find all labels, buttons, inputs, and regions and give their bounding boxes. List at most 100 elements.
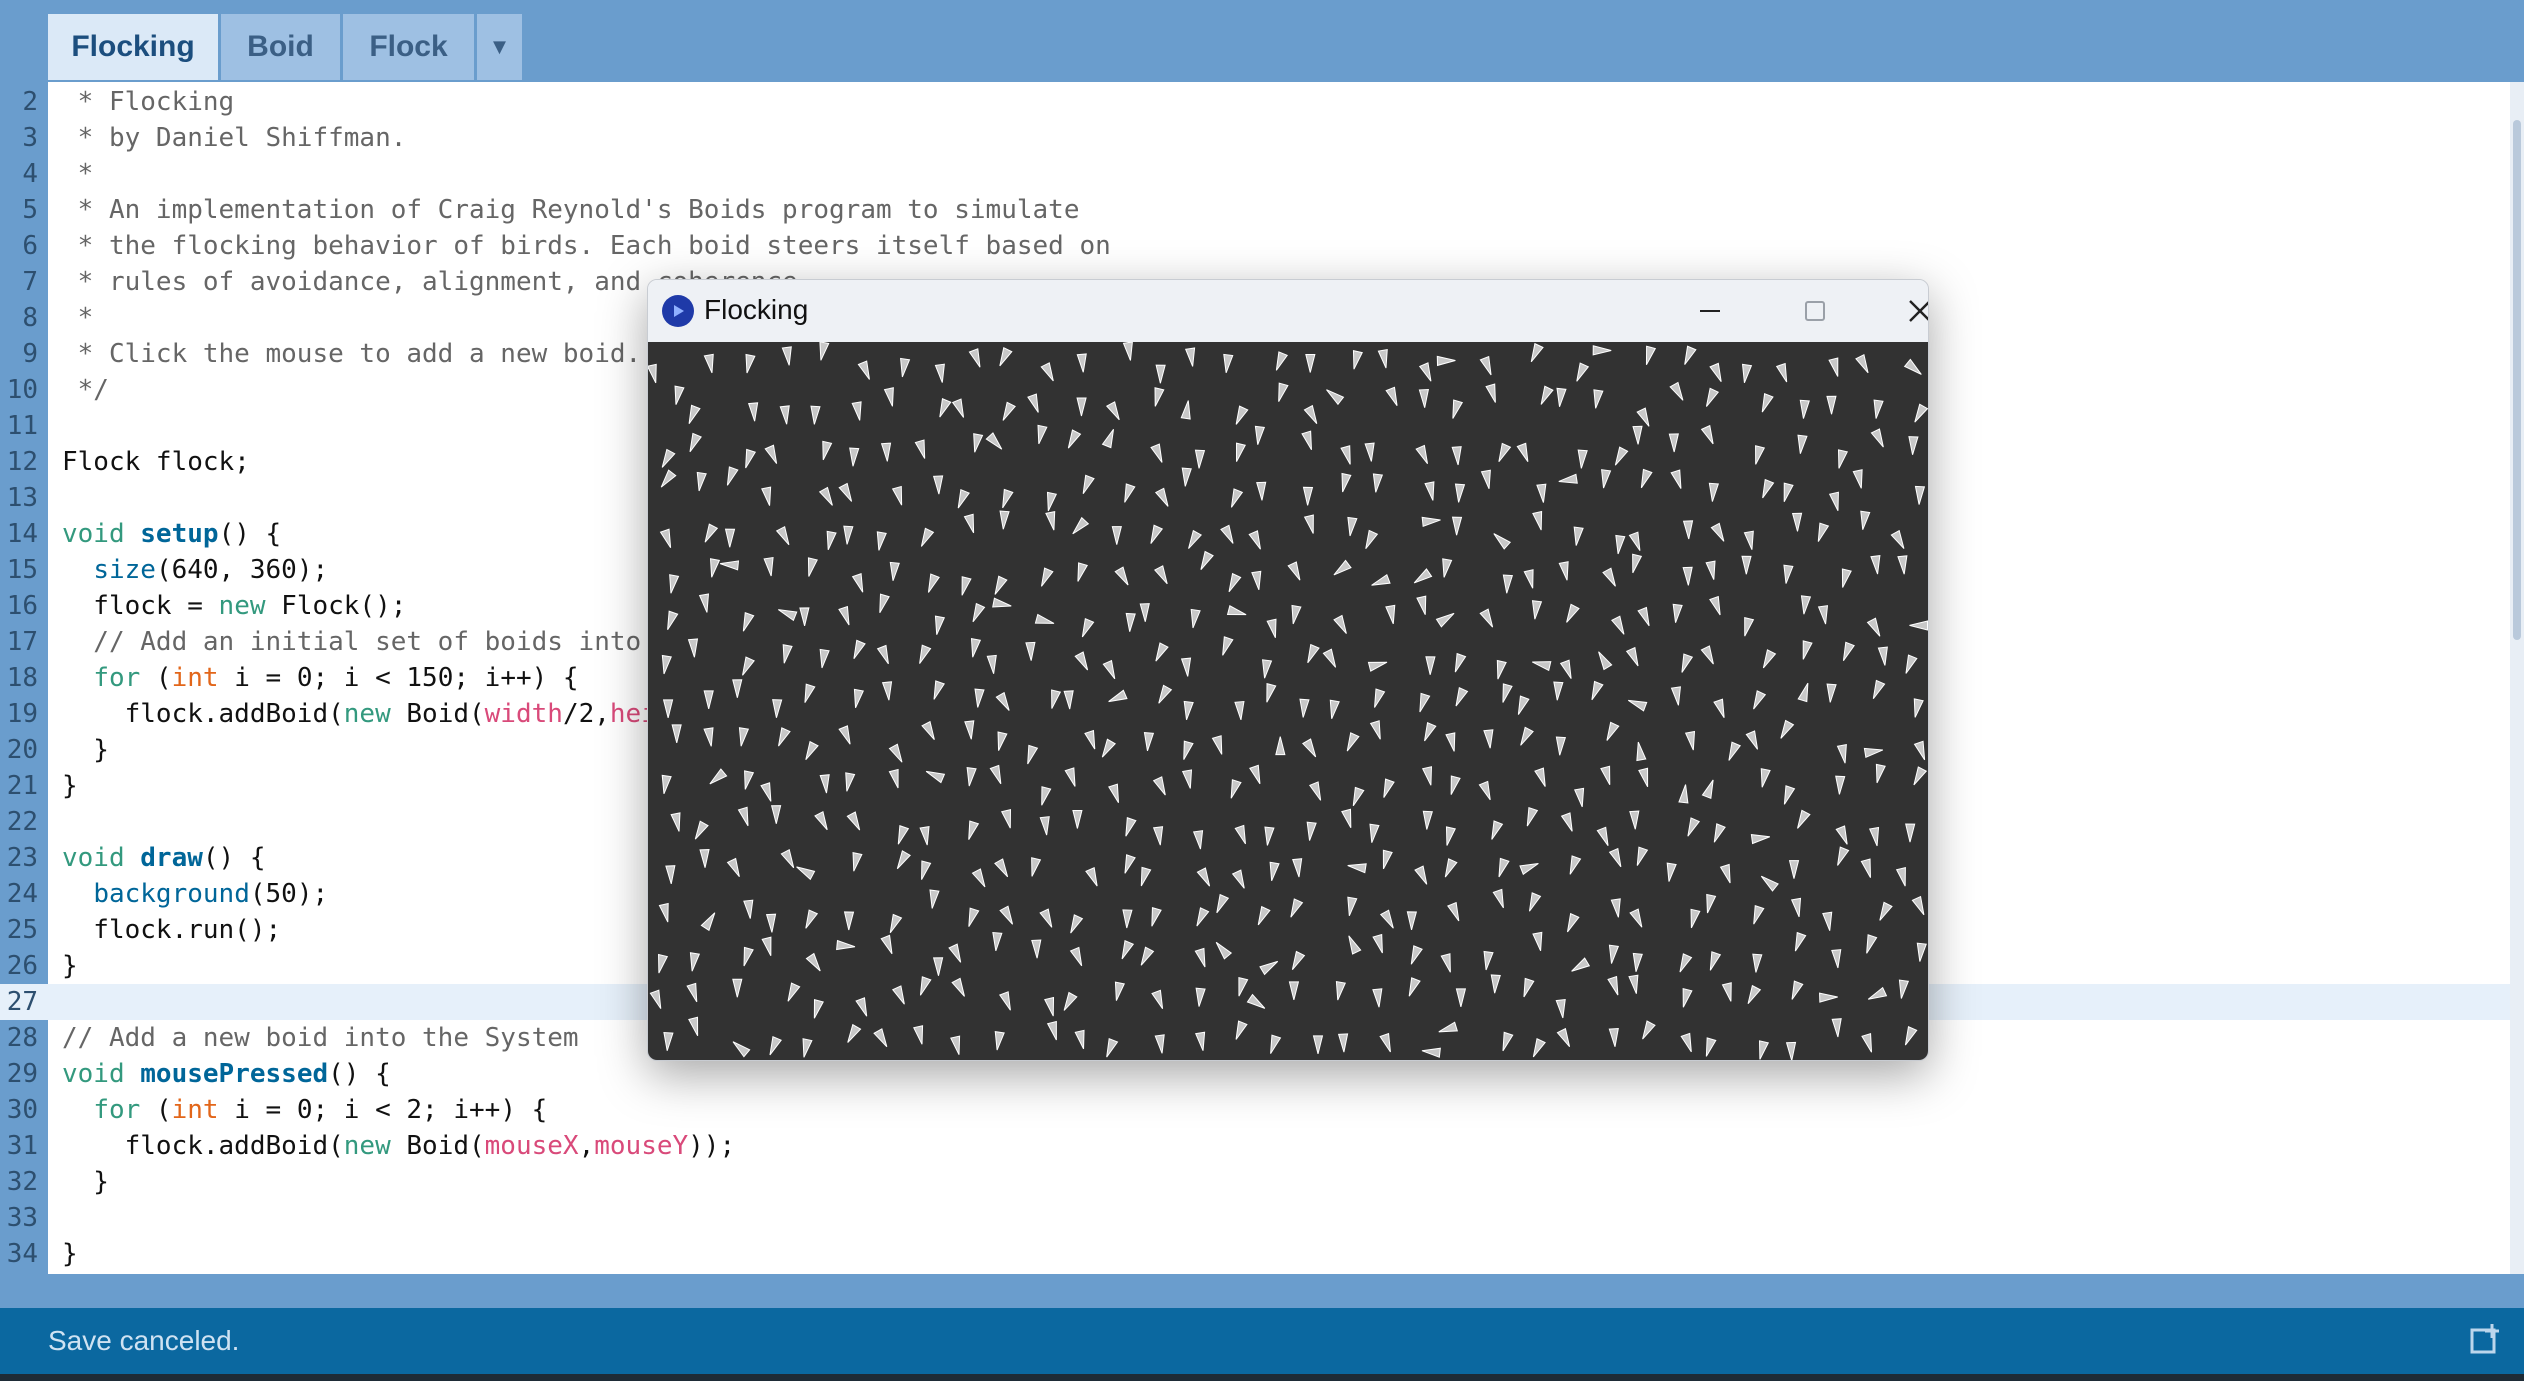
code-token: setup <box>140 519 219 549</box>
code-text: for (int i = 0; i < 150; i++) { <box>62 660 578 696</box>
boid <box>1046 491 1058 512</box>
boid <box>1382 849 1393 870</box>
boid <box>1744 616 1755 637</box>
boid <box>1831 949 1842 969</box>
boid <box>1236 442 1246 462</box>
boid <box>763 556 774 577</box>
code-text: } <box>62 1236 78 1272</box>
boid <box>1194 449 1206 469</box>
code-line[interactable]: 30 for (int i = 0; i < 2; i++) { <box>0 1092 2524 1128</box>
boid <box>1780 719 1795 739</box>
code-line[interactable]: 3 * by Daniel Shiffman. <box>0 120 2524 156</box>
boid <box>1762 478 1775 499</box>
boid <box>897 825 910 845</box>
boid <box>703 690 714 710</box>
boid <box>1333 559 1352 576</box>
boid <box>1682 566 1693 586</box>
boid <box>1418 362 1432 382</box>
boid <box>881 681 893 701</box>
boid <box>1421 766 1432 786</box>
boid <box>1291 950 1306 970</box>
boid <box>1610 898 1621 918</box>
code-token: Boid( <box>390 1131 485 1161</box>
boid <box>1365 529 1379 549</box>
boid <box>1479 355 1492 376</box>
boid <box>968 820 980 840</box>
boid <box>670 812 681 832</box>
boid <box>659 528 672 548</box>
scrollbar-thumb[interactable] <box>2513 120 2521 640</box>
boid <box>737 806 749 827</box>
boid <box>836 939 856 951</box>
code-line[interactable]: 31 flock.addBoid(new Boid(mouseX,mouseY)… <box>0 1128 2524 1164</box>
line-number: 11 <box>6 411 38 441</box>
code-line[interactable]: 4 * <box>0 156 2524 192</box>
boid <box>1669 381 1684 401</box>
code-line[interactable]: 29 void mousePressed() { <box>0 1056 2524 1092</box>
boid <box>891 985 905 1005</box>
boid <box>648 363 657 384</box>
boid <box>696 471 707 492</box>
boid <box>992 932 1003 952</box>
boid <box>999 347 1013 367</box>
boid <box>818 486 833 506</box>
boid <box>851 573 864 593</box>
sketch-canvas[interactable] <box>648 342 1928 1060</box>
code-token: () { <box>328 1059 391 1089</box>
tab-boid[interactable]: Boid <box>221 14 343 80</box>
chevron-down-icon: ▼ <box>488 34 511 59</box>
code-text: * <box>62 300 94 336</box>
boid <box>1828 357 1839 377</box>
boid <box>855 997 868 1017</box>
boid <box>932 475 944 495</box>
boid <box>1329 699 1340 719</box>
maximize-button[interactable] <box>1785 288 1845 334</box>
boid <box>994 858 1009 878</box>
boid <box>1269 861 1280 881</box>
code-line[interactable]: 32 } <box>0 1164 2524 1200</box>
boid <box>1908 436 1919 455</box>
code-line[interactable]: 2 * Flocking <box>0 84 2524 120</box>
code-line[interactable]: 6 * the flocking behavior of birds. Each… <box>0 228 2524 264</box>
boid <box>1364 442 1375 462</box>
boid <box>782 644 793 664</box>
code-line[interactable]: 5 * An implementation of Craig Reynold's… <box>0 192 2524 228</box>
boid <box>1530 342 1544 363</box>
boid <box>889 561 900 581</box>
tab-flocking[interactable]: Flocking <box>48 14 221 80</box>
close-button[interactable] <box>1890 288 1928 334</box>
boid <box>1180 400 1191 420</box>
boid <box>1608 944 1620 964</box>
tab-flock[interactable]: Flock <box>343 14 477 80</box>
boid <box>1741 363 1753 383</box>
boid <box>1150 443 1163 463</box>
boid <box>970 638 982 658</box>
sketch-window[interactable]: Flocking <box>647 279 1929 1061</box>
code-token: * the flocking behavior of birds. Each b… <box>62 231 1111 261</box>
boid <box>1556 387 1567 407</box>
boid <box>1750 834 1771 845</box>
boid <box>1306 821 1317 841</box>
boid <box>1566 603 1580 623</box>
boid <box>843 911 855 931</box>
boid <box>1791 512 1803 532</box>
boid <box>1632 425 1643 445</box>
minimize-button[interactable] <box>1680 288 1740 334</box>
code-line[interactable]: 34} <box>0 1236 2524 1272</box>
tab-menu-button[interactable]: ▼ <box>477 14 522 80</box>
boid <box>1913 740 1926 761</box>
code-line[interactable]: 33 <box>0 1200 2524 1236</box>
boids-canvas[interactable] <box>648 342 1928 1060</box>
boid <box>1788 860 1800 879</box>
boid <box>1800 595 1812 615</box>
add-window-icon[interactable] <box>2468 1322 2504 1358</box>
boid <box>1571 957 1591 972</box>
sketch-titlebar[interactable]: Flocking <box>648 280 1928 342</box>
boid <box>1301 430 1312 450</box>
boid <box>1139 603 1150 622</box>
boid <box>1555 998 1566 1019</box>
boid <box>1897 555 1908 575</box>
boid <box>1914 485 1926 505</box>
boid <box>1249 764 1261 785</box>
code-token: void <box>62 519 141 549</box>
